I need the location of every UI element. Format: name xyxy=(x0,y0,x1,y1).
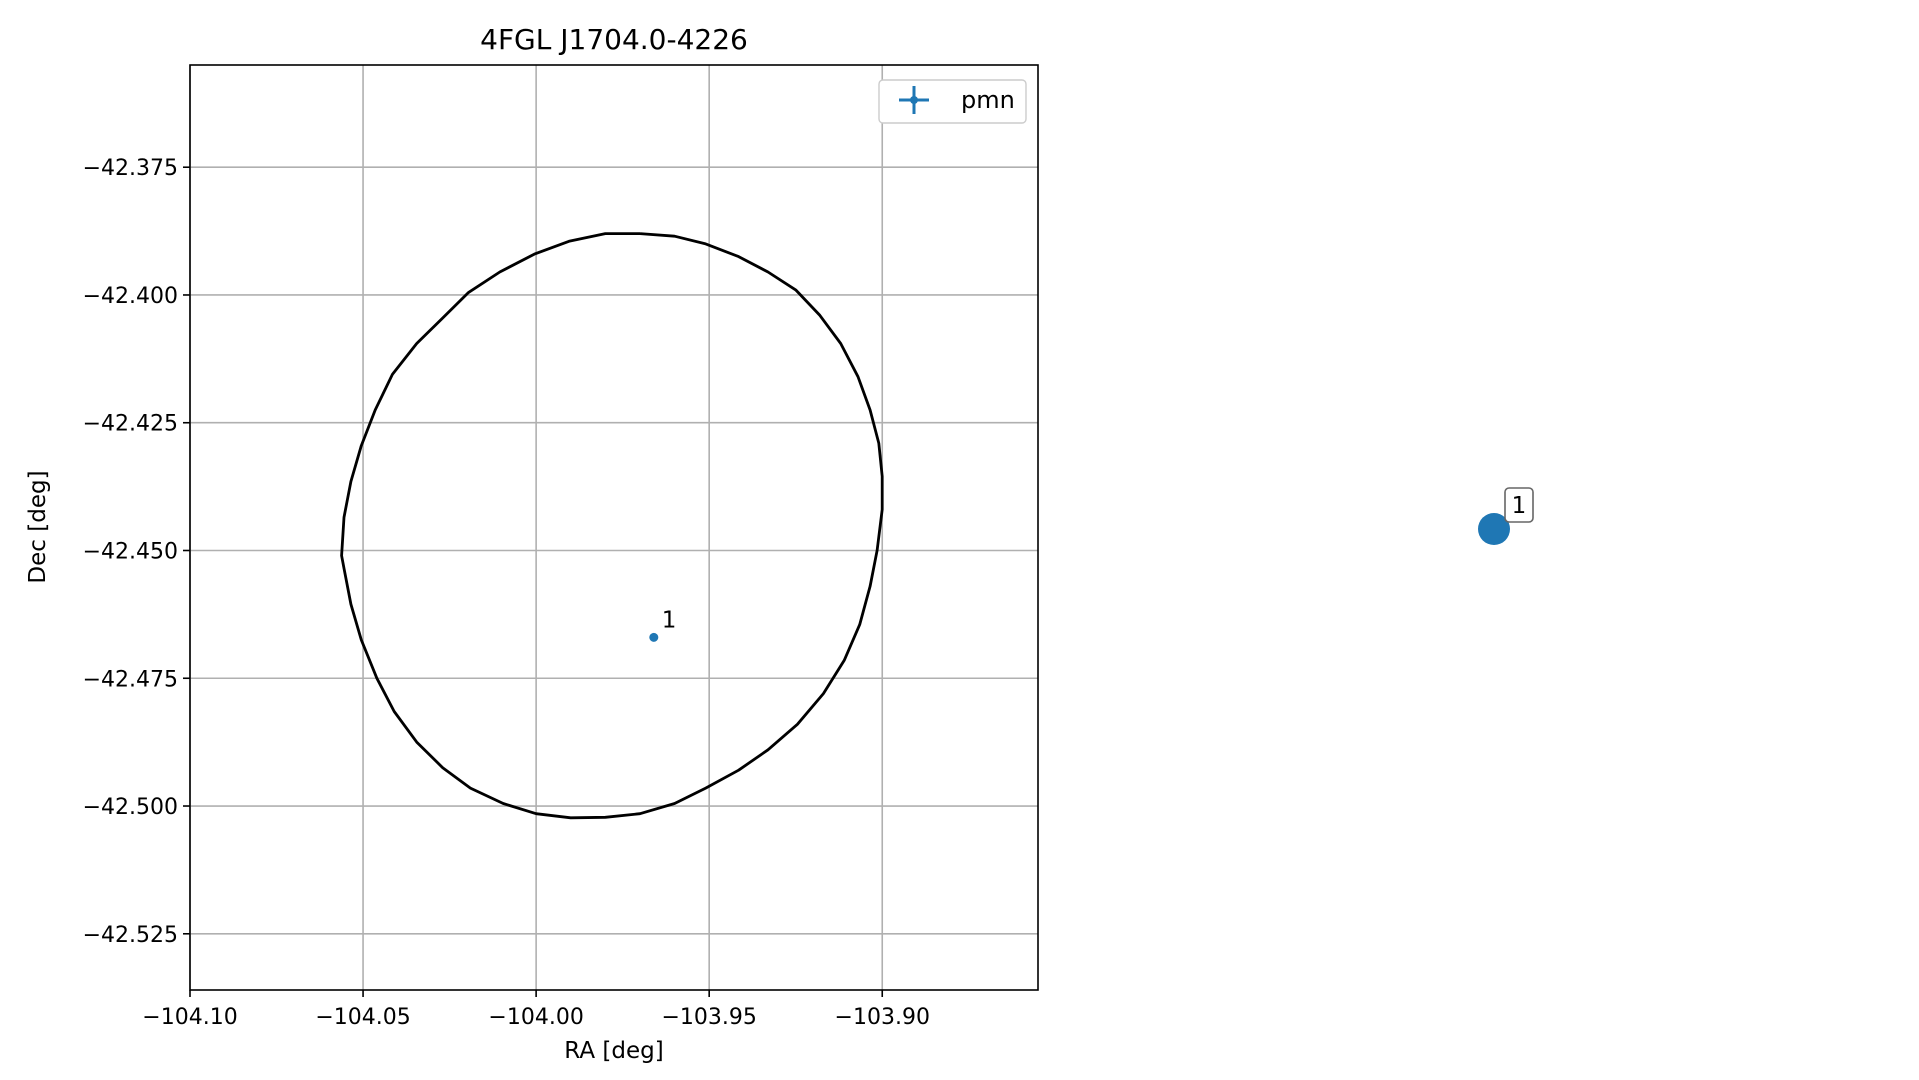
y-tick-label: −42.400 xyxy=(83,284,178,309)
x-tick-label: −103.95 xyxy=(661,1005,756,1030)
legend-label-pmn: pmn xyxy=(961,86,1015,114)
legend-marker-dot xyxy=(910,96,918,104)
y-tick-label: −42.450 xyxy=(83,539,178,564)
localization-ellipse xyxy=(340,232,884,820)
chart-title: 4FGL J1704.0-4226 xyxy=(480,23,748,56)
data-point-label: 1 xyxy=(662,607,677,633)
y-tick-label: −42.375 xyxy=(83,156,178,181)
y-tick-label: −42.500 xyxy=(83,795,178,820)
y-tick-label: −42.525 xyxy=(83,923,178,948)
data-point-pmn xyxy=(649,632,659,642)
x-axis-label: RA [deg] xyxy=(564,1038,663,1064)
x-ticks: −104.10 −104.05 −104.00 −103.95 −103.90 xyxy=(142,990,930,1030)
y-tick-label: −42.475 xyxy=(83,667,178,692)
x-tick-label: −104.00 xyxy=(488,1005,583,1030)
figure: 1 −104.10 −104.05 −104.00 −103.95 −103.90 −4… xyxy=(25,23,1534,1064)
x-tick-label: −103.90 xyxy=(835,1005,930,1030)
x-tick-label: −104.05 xyxy=(315,1005,410,1030)
secondary-marker-label: 1 xyxy=(1512,493,1527,519)
y-tick-label: −42.425 xyxy=(83,412,178,437)
legend: pmn xyxy=(878,79,1027,124)
axes-frame xyxy=(189,64,1039,991)
secondary-marker: 1 xyxy=(1478,487,1534,545)
y-axis-label: Dec [deg] xyxy=(25,470,51,583)
x-tick-label: −104.10 xyxy=(142,1005,237,1030)
grid-lines xyxy=(189,65,1038,990)
data-points: 1 xyxy=(649,607,676,642)
y-ticks: −42.375 −42.400 −42.425 −42.450 −42.475 −42.5… xyxy=(83,156,190,948)
